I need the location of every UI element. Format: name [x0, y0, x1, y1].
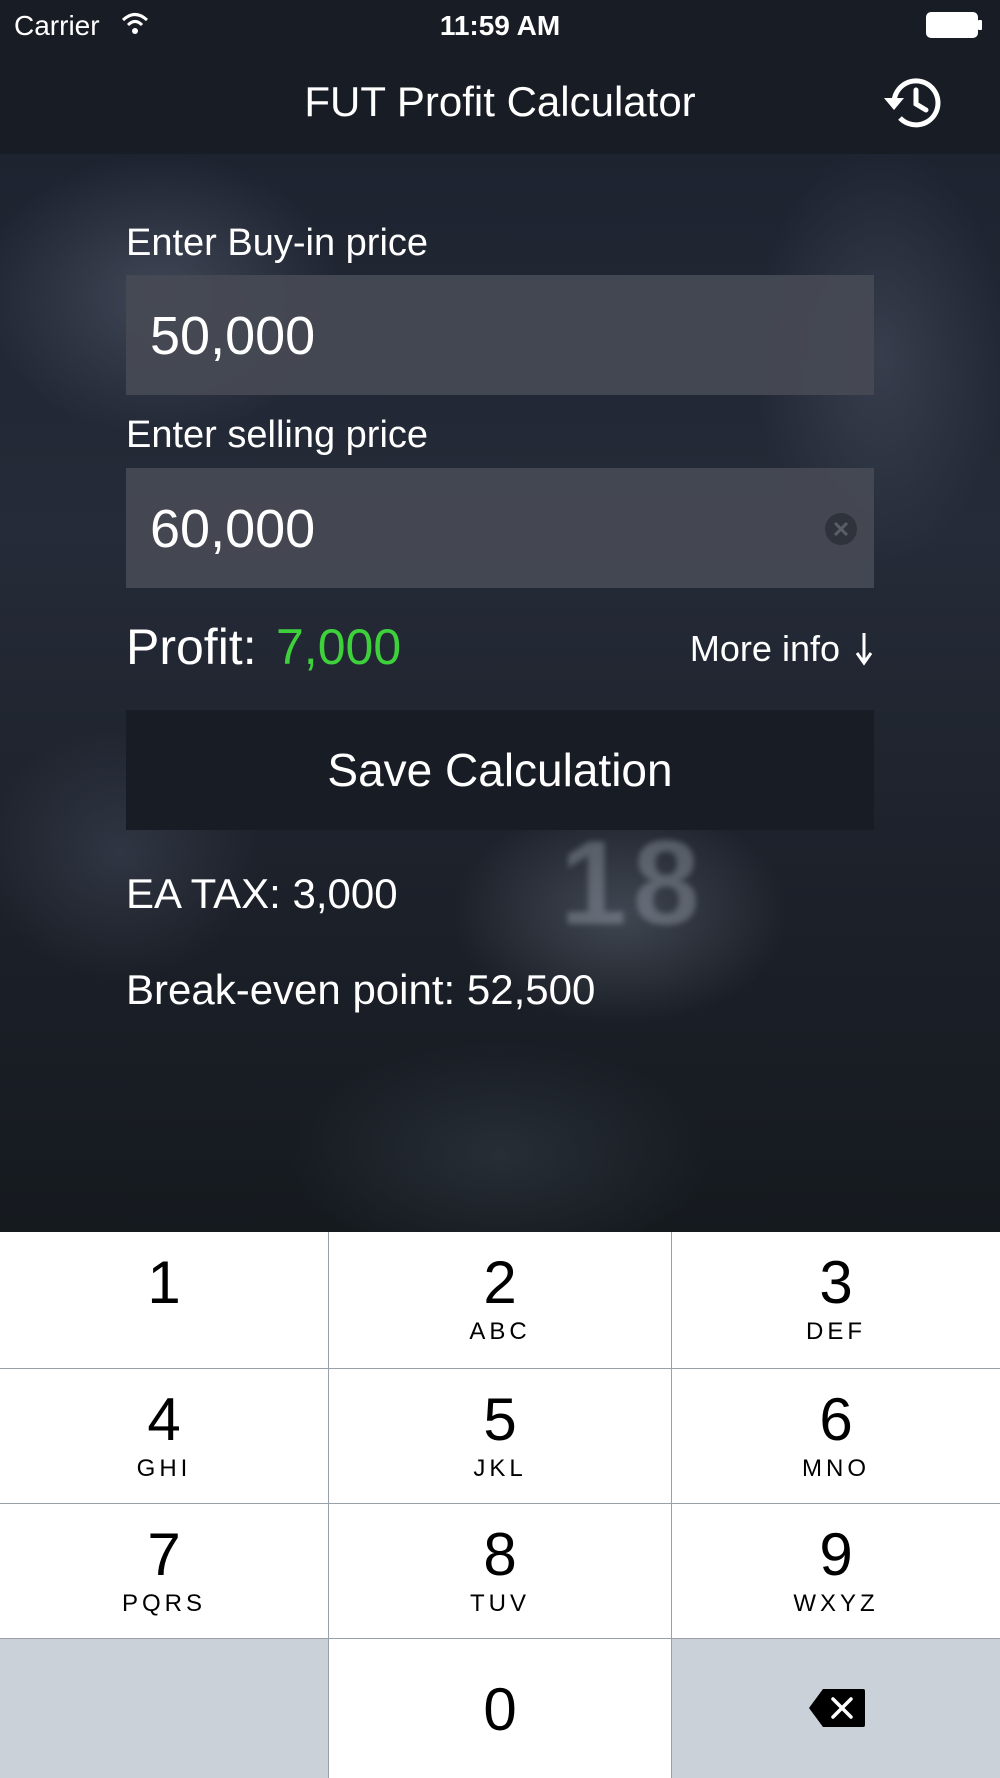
battery-icon: [926, 12, 982, 38]
key-8[interactable]: 8 TUV: [329, 1504, 671, 1638]
key-1-digit: 1: [147, 1249, 181, 1316]
keypad-divider: [328, 1232, 329, 1778]
key-7[interactable]: 7 PQRS: [0, 1504, 328, 1638]
key-2[interactable]: 2 ABC: [329, 1232, 671, 1368]
key-5[interactable]: 5 JKL: [329, 1369, 671, 1503]
save-calculation-button[interactable]: Save Calculation: [126, 710, 874, 830]
keypad-divider: [0, 1503, 1000, 1504]
key-9-letters: WXYZ: [793, 1590, 879, 1617]
key-0-digit: 0: [483, 1676, 517, 1743]
profit-value: 7,000: [276, 619, 402, 675]
sell-price-input[interactable]: 60,000: [126, 468, 874, 588]
calculator-panel: 18 Enter Buy-in price 50,000 Enter selli…: [0, 154, 1000, 1232]
key-6[interactable]: 6 MNO: [672, 1369, 1000, 1503]
key-7-letters: PQRS: [121, 1590, 206, 1617]
key-3[interactable]: 3 DEF: [672, 1232, 1000, 1368]
key-4[interactable]: 4 GHI: [0, 1369, 328, 1503]
key-4-letters: GHI: [136, 1455, 192, 1482]
key-0[interactable]: 0: [329, 1639, 671, 1778]
key-6-letters: MNO: [802, 1455, 870, 1482]
ea-tax-text: EA TAX: 3,000: [126, 870, 398, 917]
background-jersey-number: 18: [560, 816, 706, 950]
page-title: FUT Profit Calculator: [304, 78, 696, 125]
sell-price-value: 60,000: [150, 499, 316, 559]
navigation-bar: FUT Profit Calculator: [0, 52, 1000, 154]
backspace-icon: [809, 1689, 865, 1727]
break-even-text: Break-even point: 52,500: [126, 966, 596, 1013]
key-4-digit: 4: [147, 1386, 181, 1453]
key-2-digit: 2: [483, 1249, 517, 1316]
app-screen: Carrier 11:59 AM FUT Profit Calculator 1…: [0, 0, 1000, 1778]
key-5-digit: 5: [483, 1386, 517, 1453]
key-8-digit: 8: [483, 1521, 517, 1588]
more-info-link[interactable]: More info: [690, 628, 874, 670]
numeric-keypad: 1 2 ABC 3 DEF 4 GHI 5 JKL 6 MNO 7 PQRS 8: [0, 1232, 1000, 1778]
key-1[interactable]: 1: [0, 1232, 328, 1368]
key-8-letters: TUV: [470, 1590, 530, 1617]
profit-label: Profit:: [126, 619, 257, 675]
sell-price-label: Enter selling price: [126, 414, 429, 456]
key-5-letters: JKL: [473, 1455, 527, 1482]
status-bar: Carrier 11:59 AM: [0, 0, 1000, 52]
key-3-digit: 3: [819, 1249, 853, 1316]
buy-price-label: Enter Buy-in price: [126, 222, 429, 264]
key-3-letters: DEF: [806, 1318, 866, 1345]
buy-price-input[interactable]: 50,000: [126, 275, 874, 395]
status-time: 11:59 AM: [439, 10, 561, 41]
key-7-digit: 7: [147, 1521, 181, 1588]
more-info-label: More info: [689, 628, 840, 669]
key-9[interactable]: 9 WXYZ: [672, 1504, 1000, 1638]
key-blank: [0, 1639, 328, 1778]
key-9-digit: 9: [819, 1521, 853, 1588]
keypad-divider: [0, 1638, 1000, 1639]
history-clock-icon[interactable]: [880, 70, 950, 136]
key-2-letters: ABC: [469, 1318, 531, 1345]
buy-price-value: 50,000: [150, 306, 316, 366]
keypad-divider: [0, 1368, 1000, 1369]
backspace-key[interactable]: [672, 1639, 1000, 1778]
clear-icon[interactable]: [824, 512, 858, 546]
arrow-down-icon: [855, 633, 873, 666]
keypad-divider: [671, 1232, 672, 1778]
key-6-digit: 6: [819, 1386, 853, 1453]
